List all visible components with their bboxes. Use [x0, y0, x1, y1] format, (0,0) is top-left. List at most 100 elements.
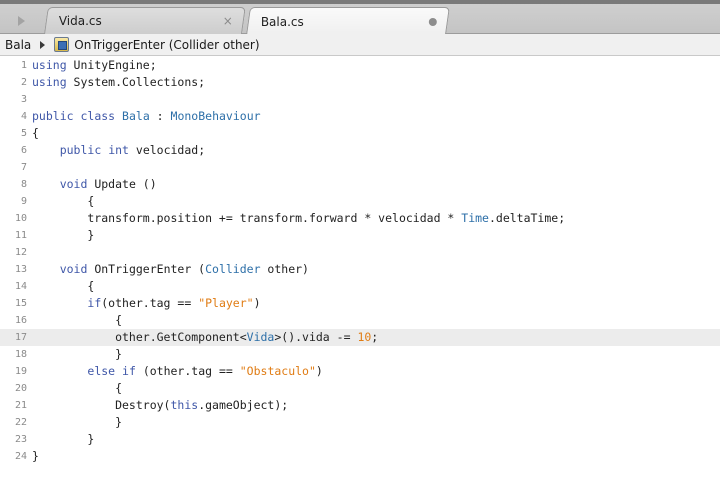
breadcrumb-class[interactable]: Bala	[5, 38, 31, 52]
line-number: 23	[14, 434, 27, 445]
line-number: 8	[20, 179, 27, 190]
line-number: 7	[20, 162, 27, 173]
code-line[interactable]: 23 }	[0, 431, 720, 448]
code-token: other.GetComponent<	[32, 330, 247, 344]
code-text: transform.position += transform.forward …	[32, 210, 565, 227]
code-line[interactable]: 2 using System.Collections;	[0, 74, 720, 91]
breadcrumb-member[interactable]: OnTriggerEnter (Collider other)	[74, 38, 259, 52]
code-token: void	[59, 262, 88, 276]
code-token: }	[32, 415, 123, 429]
code-line[interactable]: 8 void Update ()	[0, 176, 720, 193]
line-number: 2	[20, 77, 27, 88]
line-number: 16	[14, 315, 27, 326]
code-token: UnityEngine;	[66, 58, 157, 72]
line-number: 21	[14, 400, 27, 411]
code-token: "Obstaculo"	[239, 364, 316, 378]
close-icon[interactable]: ×	[223, 14, 233, 28]
code-line[interactable]: 1 using UnityEngine;	[0, 57, 720, 74]
code-token: .gameObject);	[198, 398, 289, 412]
tab-bala-cs[interactable]: Bala.cs	[246, 7, 450, 35]
tab-scroll-button[interactable]	[0, 7, 42, 34]
play-arrow-icon	[17, 15, 25, 26]
code-text: public int velocidad;	[32, 142, 205, 159]
code-token: Time	[461, 211, 489, 225]
code-text: void OnTriggerEnter (Collider other)	[32, 261, 309, 278]
line-number: 10	[14, 213, 27, 224]
code-text: public class Bala : MonoBehaviour	[32, 108, 261, 125]
code-line[interactable]: 3	[0, 91, 720, 108]
line-number: 12	[14, 247, 27, 258]
line-number: 15	[14, 298, 27, 309]
code-token: public	[59, 143, 102, 157]
code-token: )	[253, 296, 261, 310]
code-line[interactable]: 14 {	[0, 278, 720, 295]
code-line[interactable]: 24}	[0, 448, 720, 465]
code-token: (other.tag ==	[101, 296, 199, 310]
line-number: 19	[14, 366, 27, 377]
tab-label: Vida.cs	[58, 14, 102, 28]
code-line[interactable]: 6 public int velocidad;	[0, 142, 720, 159]
line-number: 6	[20, 145, 27, 156]
code-line[interactable]: 18 }	[0, 346, 720, 363]
line-number: 17	[14, 332, 27, 343]
modified-dot-icon[interactable]	[428, 17, 437, 26]
code-text: using UnityEngine;	[32, 57, 157, 74]
code-token: {	[32, 126, 39, 140]
tab-label: Bala.cs	[260, 14, 304, 29]
code-token: Vida	[246, 330, 275, 344]
code-line[interactable]: 12	[0, 244, 720, 261]
line-number: 22	[14, 417, 27, 428]
code-token: }	[32, 347, 123, 361]
code-token: using	[32, 75, 67, 89]
code-line[interactable]: 19 else if (other.tag == "Obstaculo")	[0, 363, 720, 380]
tab-bar: Vida.cs × Bala.cs	[0, 0, 720, 35]
code-line[interactable]: 5{	[0, 125, 720, 142]
code-token: 10	[357, 330, 372, 344]
code-token: transform.position += transform.forward …	[32, 211, 462, 225]
code-token: public	[32, 109, 74, 123]
code-token: ;	[371, 330, 379, 344]
code-line[interactable]: 21 Destroy(this.gameObject);	[0, 397, 720, 414]
code-line[interactable]: 22 }	[0, 414, 720, 431]
line-number: 9	[20, 196, 27, 207]
code-line[interactable]: 11 }	[0, 227, 720, 244]
code-token: int	[108, 143, 129, 157]
line-number: 4	[20, 111, 27, 122]
code-token: }	[32, 449, 39, 463]
code-line[interactable]: 9 {	[0, 193, 720, 210]
code-token: class	[80, 109, 116, 123]
chevron-right-icon	[40, 40, 46, 49]
code-line[interactable]: 7	[0, 159, 720, 176]
code-token: }	[32, 228, 95, 242]
code-text: else if (other.tag == "Obstaculo")	[32, 363, 322, 380]
code-text: }	[32, 431, 94, 448]
tab-vida-cs[interactable]: Vida.cs ×	[44, 7, 246, 34]
code-token: this	[170, 398, 199, 412]
code-token: :	[149, 109, 171, 123]
code-line[interactable]: 20 {	[0, 380, 720, 397]
line-number: 5	[20, 128, 27, 139]
code-line[interactable]: 15 if(other.tag == "Player")	[0, 295, 720, 312]
code-line[interactable]: 13 void OnTriggerEnter (Collider other)	[0, 261, 720, 278]
code-line[interactable]: 4 public class Bala : MonoBehaviour	[0, 108, 720, 125]
code-text: {	[32, 125, 39, 142]
code-token: other)	[260, 262, 309, 276]
code-token: OnTriggerEnter (	[87, 262, 206, 276]
code-line[interactable]: 10 transform.position += transform.forwa…	[0, 210, 720, 227]
line-number: 13	[14, 264, 27, 275]
code-editor[interactable]: 1 using UnityEngine; 2 using System.Collect…	[0, 56, 720, 485]
code-text: }	[32, 227, 94, 244]
code-text: {	[32, 193, 94, 210]
code-text: other.GetComponent<Vida>().vida -= 10;	[32, 329, 378, 346]
code-line[interactable]: 16 {	[0, 312, 720, 329]
code-token: using	[32, 58, 67, 72]
code-token: if	[122, 364, 136, 378]
code-line[interactable]: 17 other.GetComponent<Vida>().vida -= 10…	[0, 329, 720, 346]
